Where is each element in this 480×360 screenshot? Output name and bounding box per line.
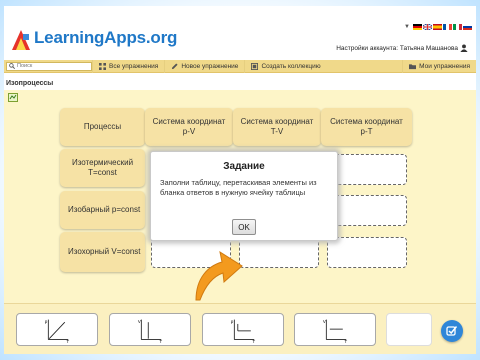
drop-slot-r2-c3[interactable] — [327, 195, 407, 226]
check-icon — [446, 326, 458, 336]
row-label-isothermal: Изотермический T=const — [60, 149, 145, 187]
header-cell-pv-line1: Система координат — [152, 117, 226, 126]
nav-create-collection[interactable]: Создать коллекцию — [244, 59, 326, 73]
account-label[interactable]: Настройки аккаунта: Татьяна Машанова — [336, 45, 458, 52]
header-cell-pt-line1: Система координат — [330, 117, 403, 126]
row-label-isothermal-line2: T=const — [88, 168, 117, 177]
header-cell-processes: Процессы — [60, 108, 145, 146]
header-cell-tv-line2: T-V — [270, 127, 284, 136]
nav-my-exercises-label[interactable]: Мои упражнения — [419, 63, 470, 70]
flag-fr-icon[interactable] — [443, 24, 452, 30]
graph-icon: V T — [138, 319, 163, 343]
header-cell-pt-line2: p-T — [360, 127, 373, 136]
answer-bank: p T V T p T V T — [4, 303, 476, 354]
graph-icon: p T — [45, 319, 70, 343]
dialog-text: Заполни таблицу, перетаскивая элементы и… — [160, 178, 317, 197]
nav-all-exercises[interactable]: Все упражнения — [92, 59, 164, 73]
search-box[interactable] — [6, 61, 92, 71]
graph-card-5[interactable] — [386, 313, 432, 346]
row-label-isobaric: Изобарный p=const — [60, 191, 145, 229]
graph-1-x-label: T — [67, 339, 70, 343]
nav-all-exercises-label[interactable]: Все упражнения — [109, 63, 158, 70]
flag-gb-icon[interactable] — [423, 24, 432, 30]
logo-icon[interactable] — [10, 28, 32, 52]
row-label-isochoric: Изохорный V=const — [60, 232, 145, 272]
drop-slot-r3-c3[interactable] — [327, 237, 407, 268]
user-icon[interactable] — [460, 44, 468, 52]
flag-ru-icon[interactable] — [463, 24, 472, 30]
graph-icon: p T — [231, 319, 256, 343]
header-cell-tv: Система координат T-V — [233, 108, 321, 146]
browser-screen: LearningApps.org ▼ Настройки аккаунта: Т… — [4, 6, 476, 354]
header-cell-processes-label: Процессы — [83, 122, 122, 131]
graph-1-y-label: p — [45, 319, 48, 324]
folder-icon — [409, 63, 417, 69]
header-cell-pv-line2: p-V — [182, 127, 196, 136]
account-settings[interactable]: Настройки аккаунта: Татьяна Машанова — [336, 44, 468, 52]
drop-slot-r3-c2[interactable] — [239, 237, 319, 268]
row-label-isochoric-text: Изохорный V=const — [68, 247, 141, 256]
flag-it-icon[interactable] — [453, 24, 462, 30]
flag-es-icon[interactable] — [433, 24, 442, 30]
task-dialog: Задание Заполни таблицу, перетаскивая эл… — [150, 151, 338, 241]
drop-slot-r1-c3[interactable] — [327, 154, 407, 185]
nav-new-exercise[interactable]: Новое упражнение — [164, 59, 244, 73]
page-title: Изопроцессы — [6, 80, 54, 87]
graph-3-y-label: p — [231, 319, 234, 324]
graph-card-4[interactable]: V T — [294, 313, 376, 346]
chevron-down-icon[interactable]: ▼ — [404, 24, 410, 30]
fullscreen-icon[interactable] — [8, 93, 18, 102]
pencil-icon — [172, 62, 178, 69]
search-input[interactable] — [17, 62, 87, 70]
arrow-icon — [195, 250, 243, 301]
exercise-area: Процессы Система координат p-V Система ко… — [4, 90, 476, 354]
flag-de-icon[interactable] — [413, 24, 422, 30]
graph-4-y-label: V — [323, 319, 326, 324]
graph-4-x-label: T — [345, 339, 348, 343]
row-label-isothermal-line1: Изотермический — [71, 158, 134, 167]
row-label-isobaric-text: Изобарный p=const — [68, 205, 141, 214]
main-nav: Все упражнения Новое упражнение Создать … — [4, 59, 476, 73]
grid-icon — [99, 62, 106, 70]
graph-2-x-label: T — [160, 339, 163, 343]
header-cell-pt: Система координат p-T — [321, 108, 412, 146]
site-header: LearningApps.org ▼ Настройки аккаунта: Т… — [4, 6, 476, 60]
check-answers-button[interactable] — [441, 320, 463, 342]
graph-card-1[interactable]: p T — [16, 313, 98, 346]
nav-create-collection-label[interactable]: Создать коллекцию — [261, 63, 320, 70]
graph-3-x-label: T — [253, 339, 256, 343]
header-cell-pv: Система координат p-V — [145, 108, 233, 146]
nav-my-exercises[interactable]: Мои упражнения — [402, 59, 476, 73]
graph-icon: V T — [323, 319, 348, 343]
ok-button[interactable]: OK — [232, 219, 256, 235]
header-cell-tv-line1: Система координат — [240, 117, 314, 126]
nav-new-exercise-label[interactable]: Новое упражнение — [181, 63, 238, 70]
graph-card-2[interactable]: V T — [109, 313, 191, 346]
graph-card-3[interactable]: p T — [202, 313, 284, 346]
logo-text[interactable]: LearningApps.org — [34, 28, 177, 48]
collection-icon — [251, 62, 259, 70]
search-icon — [9, 63, 15, 69]
graph-2-y-label: V — [138, 319, 141, 324]
dialog-title: Задание — [223, 161, 265, 172]
language-selector[interactable]: ▼ — [404, 24, 472, 30]
